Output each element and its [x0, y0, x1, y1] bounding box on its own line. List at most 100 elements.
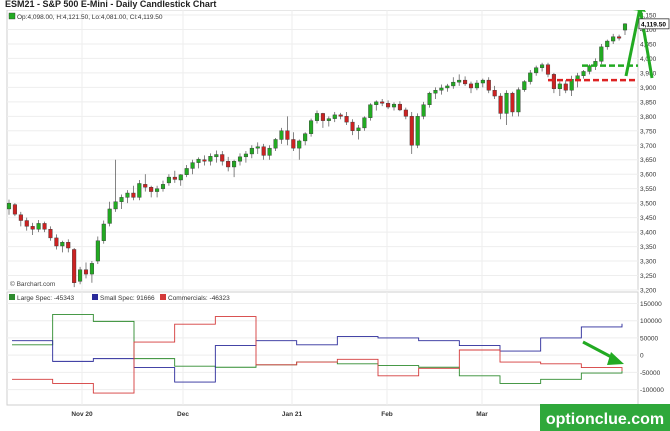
- candle-body: [273, 139, 278, 149]
- candle-body: [95, 240, 100, 262]
- candle-body: [226, 160, 231, 168]
- candle-body: [510, 92, 515, 113]
- candle-body: [190, 162, 195, 169]
- price-y-tick-label: 3,900: [640, 85, 657, 92]
- candle-body: [605, 40, 610, 48]
- candle-body: [143, 184, 148, 188]
- candle-body: [492, 90, 497, 97]
- price-y-tick-label: 3,450: [640, 215, 657, 222]
- cot-legend-swatch: [160, 294, 166, 300]
- candle-body: [72, 249, 77, 283]
- cot-panel-frame: [6, 291, 639, 406]
- candle-body: [267, 147, 272, 156]
- candle-body: [172, 176, 177, 180]
- candle-body: [314, 113, 320, 121]
- candle-body: [397, 103, 402, 111]
- candle-body: [439, 87, 444, 91]
- candle-body: [617, 36, 622, 39]
- candle-body: [303, 133, 308, 142]
- chart-root: 4,150 4,100 4,050 4,000 3,950 3,900 3,850 3,800…: [0, 0, 670, 431]
- candle-body: [119, 197, 124, 202]
- candle-body: [451, 81, 456, 87]
- candle-body: [362, 117, 367, 129]
- cot-legend-swatch: [92, 294, 98, 300]
- candle-body: [178, 174, 183, 181]
- candle-body: [155, 188, 160, 192]
- chart-titlebar: ESM21 - S&P 500 E-Mini - Daily Candlesti…: [0, 0, 670, 10]
- candle-body: [391, 103, 397, 108]
- candle-body: [107, 208, 112, 224]
- candle-body: [208, 156, 213, 162]
- candle-body: [403, 109, 408, 117]
- cot-y-tick-label: 100000: [640, 318, 662, 325]
- price-panel-frame: [6, 9, 639, 291]
- candle-body: [309, 120, 314, 134]
- cot-legend-entry: Large Spec: -45343: [17, 295, 74, 302]
- candle-body: [113, 201, 118, 210]
- price-y-tick-label: 3,300: [640, 259, 657, 266]
- candle-body: [214, 154, 219, 158]
- candle-body: [611, 36, 616, 42]
- candle-body: [356, 127, 361, 131]
- candle-body: [445, 85, 450, 89]
- candle-body: [563, 83, 568, 91]
- candle-body: [557, 83, 562, 90]
- candle-body: [480, 79, 485, 84]
- candle-body: [374, 101, 379, 105]
- candle-body: [368, 104, 373, 118]
- candle-body: [184, 168, 189, 175]
- price-y-tick-label: 3,250: [640, 273, 657, 280]
- candle-body: [131, 192, 136, 198]
- ohlc-legend: Op:4,098.00, H:4,121.50, Lo:4,081.00, Cl…: [17, 14, 163, 21]
- candle-body: [30, 226, 35, 230]
- candle-body: [6, 202, 12, 210]
- candle-body: [498, 95, 503, 114]
- candle-body: [291, 139, 296, 149]
- price-y-tick-label: 3,950: [640, 70, 657, 77]
- candle-body: [587, 65, 592, 72]
- candle-body: [427, 92, 432, 105]
- cot-legend-swatch: [9, 294, 15, 300]
- candle-body: [54, 237, 59, 247]
- cot-legend-entry: Commercials: -46323: [168, 295, 230, 302]
- candle-body: [551, 74, 556, 90]
- candle-body: [166, 176, 171, 184]
- candle-body: [66, 242, 71, 249]
- candle-body: [261, 146, 266, 156]
- chart-svg: 4,1504,1004,0504,0003,9503,9003,8503,800…: [6, 2, 670, 431]
- price-y-tick-label: 3,400: [640, 230, 657, 237]
- candle-body: [196, 158, 201, 163]
- candle-body: [149, 187, 154, 192]
- candle-body: [320, 113, 325, 121]
- price-y-tick-label: 3,500: [640, 201, 657, 208]
- price-y-tick-label: 3,200: [640, 288, 657, 295]
- candle-body: [42, 223, 47, 230]
- candle-body: [60, 242, 65, 247]
- candle-body: [457, 79, 462, 83]
- candle-body: [249, 147, 254, 155]
- candle-body: [24, 220, 29, 227]
- candle-body: [160, 184, 166, 189]
- candle-body: [297, 140, 302, 149]
- candle-body: [326, 118, 331, 121]
- source-label: © Barchart.com: [10, 280, 55, 288]
- candle-body: [380, 101, 385, 104]
- ohlc-legend-swatch: [8, 12, 16, 20]
- candle-body: [237, 156, 243, 162]
- x-tick-label: Mar: [476, 411, 488, 418]
- candle-body: [338, 114, 343, 117]
- cot-y-tick-label: 150000: [640, 301, 662, 308]
- candle-body: [83, 269, 89, 275]
- candle-body: [332, 114, 337, 119]
- candle-body: [599, 46, 604, 62]
- candle-body: [581, 71, 586, 76]
- price-y-tick-label: 3,750: [640, 128, 657, 135]
- candle-body: [528, 72, 533, 82]
- price-y-tick-label: 3,650: [640, 157, 657, 164]
- candle-body: [78, 269, 83, 282]
- candle-body: [486, 79, 491, 91]
- candle-body: [255, 146, 260, 149]
- candle-body: [243, 153, 248, 158]
- candle-body: [516, 89, 521, 113]
- candle-body: [36, 223, 41, 230]
